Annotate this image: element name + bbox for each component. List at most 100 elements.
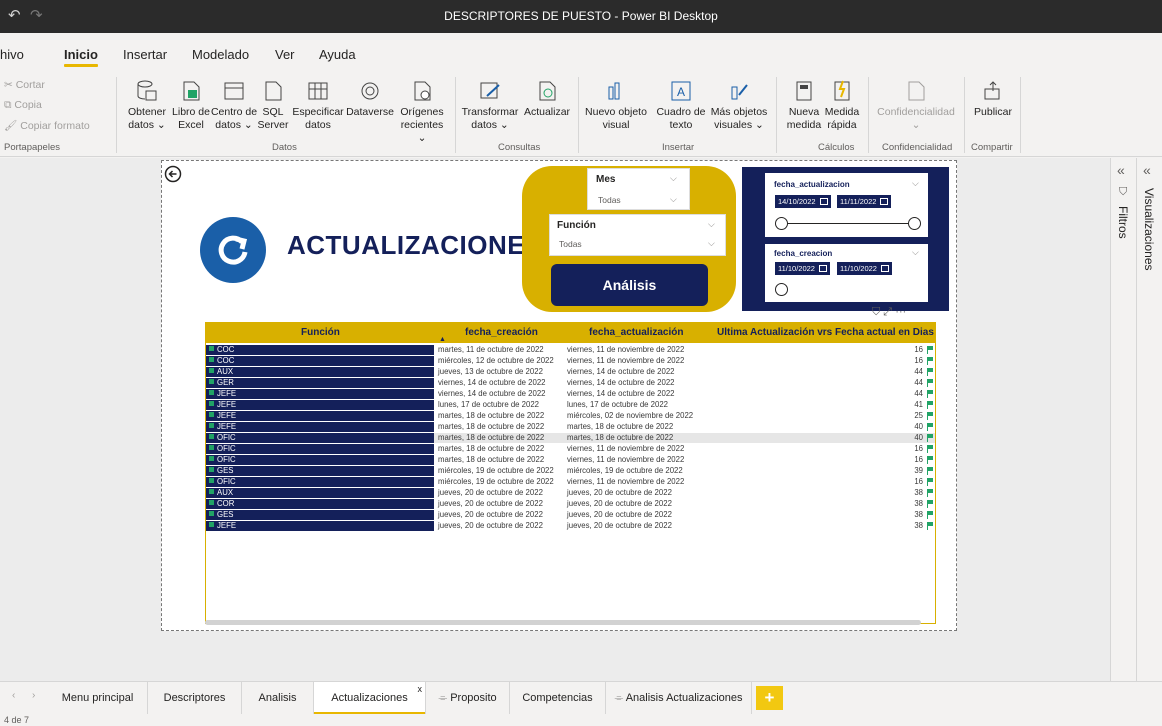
text-box-button[interactable]: A Cuadro de texto (651, 79, 711, 132)
date-from-input[interactable]: 14/10/2022 (775, 195, 831, 208)
cell-fecha-actualizacion: martes, 18 de octubre de 2022 (567, 433, 674, 442)
tab-insertar[interactable]: Insertar (123, 47, 167, 62)
tab-modelado[interactable]: Modelado (192, 47, 249, 62)
excel-workbook-button[interactable]: Libro de Excel (169, 79, 213, 132)
slicer-mes[interactable]: Mes ⌵ Todas ⌵ (587, 168, 690, 210)
tab-ver[interactable]: Ver (275, 47, 295, 62)
table-row[interactable]: COR jueves, 20 de octubre de 2022 jueves, … (206, 499, 935, 509)
get-data-button[interactable]: Obtener datos ⌄ (121, 79, 173, 132)
slicer-fecha-creacion[interactable]: fecha_creacion ⌵ 11/10/2022 11/10/2022 (765, 244, 928, 302)
sensitivity-button[interactable]: Confidencialidad ⌄ (872, 79, 960, 132)
data-hub-button[interactable]: Centro de datos ⌄ (209, 79, 259, 132)
format-painter-button[interactable]: 🖌 Copiar formato (4, 119, 90, 132)
status-flag-icon (927, 445, 933, 453)
page-tabs: ‹ › Menu principal Descriptores Analisis… (0, 681, 1162, 715)
collapse-visualizations-icon[interactable]: « (1143, 162, 1151, 178)
cell-dias: 44 (914, 378, 923, 387)
cell-fecha-creacion: jueves, 20 de octubre de 2022 (438, 488, 543, 497)
table-row[interactable]: OFIC miércoles, 19 de octubre de 2022 vier… (206, 477, 935, 487)
date-to-input[interactable]: 11/10/2022 (837, 262, 892, 275)
table-row[interactable]: AUX jueves, 20 de octubre de 2022 jueves, … (206, 488, 935, 498)
table-row[interactable]: JEFE viernes, 14 de octubre de 2022 vierne… (206, 389, 935, 399)
table-row[interactable]: AUX jueves, 13 de octubre de 2022 viernes,… (206, 367, 935, 377)
visualizations-pane[interactable]: « Visualizaciones (1136, 158, 1162, 681)
table-icon (308, 82, 328, 100)
date-to-input[interactable]: 11/11/2022 (837, 195, 892, 208)
page-tab-descriptores[interactable]: Descriptores (148, 682, 242, 715)
slicer-mes-title: Mes (596, 174, 616, 185)
slicer-funcion[interactable]: Función ⌵ Todas ⌵ (549, 214, 726, 256)
publish-button[interactable]: Publicar (970, 79, 1016, 119)
range-start-handle[interactable] (775, 217, 788, 230)
refresh-button[interactable]: Actualizar (520, 79, 574, 119)
table-row[interactable]: JEFE martes, 18 de octubre de 2022 martes,… (206, 422, 935, 432)
page-tab-analisis-actualizaciones[interactable]: ⌯ Analisis Actualizaciones (606, 682, 752, 715)
tab-ayuda[interactable]: Ayuda (319, 47, 356, 62)
tab-archivo[interactable]: hivo (0, 47, 24, 62)
column-header-fecha-actualizacion[interactable]: fecha_actualización (589, 327, 683, 338)
sql-server-button[interactable]: SQL Server (256, 79, 290, 132)
column-header-fecha-creacion[interactable]: fecha_creación (465, 327, 538, 338)
cell-dias: 39 (914, 466, 923, 475)
cell-fecha-actualizacion: viernes, 11 de noviembre de 2022 (567, 345, 685, 354)
page-tab-competencias[interactable]: Competencias (510, 682, 606, 715)
page-tab-proposito[interactable]: ⌯ Proposito (426, 682, 510, 715)
tab-inicio[interactable]: Inicio (64, 47, 98, 67)
table-row[interactable]: COC miércoles, 12 de octubre de 2022 viern… (206, 356, 935, 366)
flag-icon (209, 346, 214, 351)
cell-fecha-creacion: viernes, 14 de octubre de 2022 (438, 389, 546, 398)
filter-icon[interactable]: ⛉ (872, 306, 883, 318)
collapse-filters-icon[interactable]: « (1117, 162, 1125, 178)
page-tab-actualizaciones[interactable]: Actualizaciones x (314, 682, 426, 715)
transform-data-button[interactable]: Transformar datos ⌄ (459, 79, 521, 132)
close-icon[interactable]: x (418, 673, 423, 706)
quick-measure-button[interactable]: Medida rápida (822, 79, 862, 132)
date-from-input[interactable]: 11/10/2022 (775, 262, 830, 275)
recent-sources-button[interactable]: Orígenes recientes ⌄ (396, 79, 448, 145)
ribbon-separator (1020, 77, 1021, 153)
more-options-icon[interactable]: ⋯ (895, 306, 909, 318)
slicer-fecha-creacion-title: fecha_creacion (774, 249, 833, 258)
table-row[interactable]: GES jueves, 20 de octubre de 2022 jueves, … (206, 510, 935, 520)
range-end-handle[interactable] (908, 217, 921, 230)
table-row[interactable]: OFIC martes, 18 de octubre de 2022 martes,… (206, 433, 935, 443)
column-header-funcion[interactable]: Función (301, 327, 340, 338)
cell-funcion: GER (206, 378, 434, 388)
slicer-fecha-actualizacion[interactable]: fecha_actualizacion ⌵ 14/10/2022 11/11/2… (765, 173, 928, 237)
cell-dias: 25 (914, 411, 923, 420)
back-arrow-icon[interactable] (164, 165, 182, 183)
cell-fecha-actualizacion: viernes, 14 de octubre de 2022 (567, 389, 675, 398)
enter-data-button[interactable]: Especificar datos (290, 79, 346, 132)
table-row[interactable]: JEFE jueves, 20 de octubre de 2022 jueves,… (206, 521, 935, 531)
next-page-icon[interactable]: › (32, 690, 35, 701)
prev-page-icon[interactable]: ‹ (12, 690, 15, 701)
cell-funcion: JEFE (206, 411, 434, 421)
slicer-funcion-title: Función (557, 220, 596, 231)
dataverse-button[interactable]: Dataverse (343, 79, 397, 119)
column-header-dias[interactable]: Ultima Actualización vrs Fecha actual en… (717, 327, 934, 338)
group-label-portapapeles: Portapapeles (4, 142, 60, 153)
table-row[interactable]: JEFE martes, 18 de octubre de 2022 miércol… (206, 411, 935, 421)
analisis-button[interactable]: Análisis (551, 264, 708, 306)
cell-dias: 16 (914, 455, 923, 464)
filters-pane[interactable]: « ⛉ Filtros (1110, 158, 1136, 681)
table-row[interactable]: OFIC martes, 18 de octubre de 2022 viernes… (206, 444, 935, 454)
table-row[interactable]: OFIC martes, 18 de octubre de 2022 viernes… (206, 455, 935, 465)
table-row[interactable]: GER viernes, 14 de octubre de 2022 viernes… (206, 378, 935, 388)
new-measure-button[interactable]: Nueva medida (784, 79, 824, 132)
horizontal-scrollbar[interactable] (205, 620, 921, 625)
copy-button[interactable]: ⧉ Copia (4, 99, 42, 112)
table-row[interactable]: COC martes, 11 de octubre de 2022 viernes,… (206, 345, 935, 355)
page-tab-analisis[interactable]: Analisis (242, 682, 314, 715)
cut-button[interactable]: ✂ Cortar (4, 79, 45, 91)
table-row[interactable]: JEFE lunes, 17 de octubre de 2022 lunes, 1… (206, 400, 935, 410)
sql-server-icon (265, 81, 282, 101)
new-visual-button[interactable]: Nuevo objeto visual (584, 79, 648, 132)
add-page-button[interactable]: + (756, 686, 783, 710)
range-handle[interactable] (775, 283, 788, 296)
table-row[interactable]: GES miércoles, 19 de octubre de 2022 miérc… (206, 466, 935, 476)
chevron-down-icon: ⌵ (708, 219, 715, 229)
more-visuals-button[interactable]: Más objetos visuales ⌄ (708, 79, 770, 132)
focus-mode-icon[interactable]: ⤢ (883, 306, 895, 318)
page-tab-menu-principal[interactable]: Menu principal (48, 682, 148, 715)
